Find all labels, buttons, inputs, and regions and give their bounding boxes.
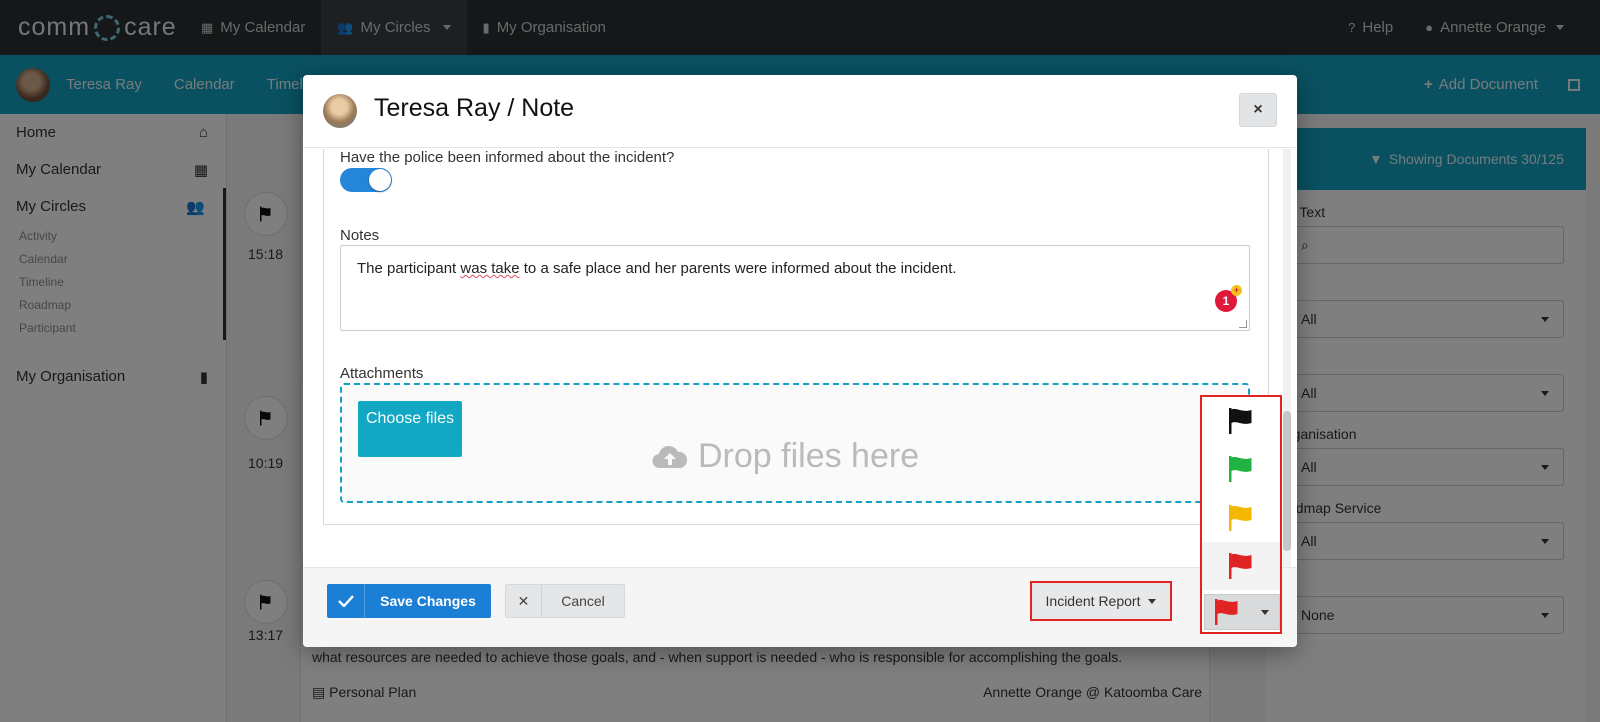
drop-files-hint: Drop files here [652, 437, 919, 476]
scrollbar-thumb[interactable] [1283, 411, 1291, 551]
resize-handle-icon[interactable] [1239, 320, 1247, 328]
flag-option-yellow[interactable] [1202, 494, 1280, 542]
flag-icon [1229, 408, 1252, 434]
flag-color-menu [1200, 395, 1282, 634]
save-changes-button[interactable]: Save Changes [327, 584, 491, 618]
police-informed-toggle[interactable] [340, 168, 392, 192]
plus-icon: + [1231, 285, 1242, 296]
file-dropzone[interactable]: Choose files Drop files here [340, 383, 1250, 503]
flag-icon [1215, 599, 1238, 625]
chevron-down-icon [1261, 609, 1269, 615]
note-modal: Teresa Ray / Note × Have the police been… [303, 75, 1297, 647]
close-button[interactable]: × [1239, 93, 1277, 127]
notes-label: Notes [340, 227, 380, 244]
close-icon: × [1253, 101, 1263, 118]
modal-avatar [323, 94, 357, 128]
attachments-label: Attachments [340, 365, 424, 382]
misspelled-word[interactable]: was take [460, 260, 519, 277]
toggle-knob [369, 169, 391, 191]
modal-footer: Save Changes ✕ Cancel Incident Report [303, 567, 1297, 647]
flag-option-green[interactable] [1202, 445, 1280, 493]
modal-header: Teresa Ray / Note × [303, 75, 1297, 148]
modal-body [303, 149, 1297, 567]
flag-icon [1229, 456, 1252, 482]
flag-option-black[interactable] [1202, 397, 1280, 445]
grammar-badge[interactable]: 1 + [1215, 285, 1242, 312]
cancel-button[interactable]: ✕ Cancel [505, 584, 625, 618]
document-type-dropdown[interactable]: Incident Report [1030, 581, 1172, 621]
cloud-upload-icon [652, 445, 688, 468]
check-icon [327, 584, 365, 618]
flag-select-button[interactable] [1204, 594, 1280, 630]
flag-icon [1229, 553, 1252, 579]
flag-option-red[interactable] [1202, 542, 1280, 590]
choose-files-button[interactable]: Choose files [358, 401, 462, 457]
notes-textarea[interactable]: The participant was take to a safe place… [340, 245, 1250, 331]
close-icon: ✕ [506, 585, 542, 617]
modal-title: Teresa Ray / Note [374, 94, 575, 122]
modal-scrollbar[interactable] [1283, 149, 1291, 567]
chevron-down-icon [1148, 598, 1157, 604]
flag-icon [1229, 505, 1252, 531]
police-informed-label: Have the police been informed about the … [340, 149, 675, 166]
